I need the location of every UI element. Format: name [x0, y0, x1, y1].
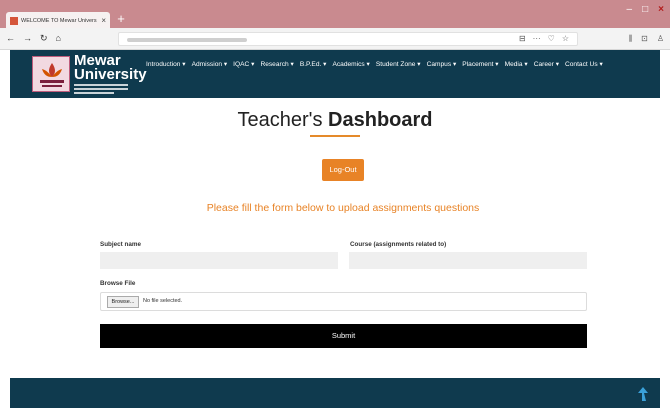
- tab-title: WELCOME TO Mewar Univers: [21, 17, 97, 24]
- maximize-icon[interactable]: □: [642, 4, 648, 15]
- form-instruction: Please fill the form below to upload ass…: [206, 202, 480, 214]
- reload-icon[interactable]: ↻: [40, 33, 48, 44]
- brand-subtitle: University: [74, 66, 147, 83]
- address-bar[interactable]: ⊟ ··· ♡ ☆: [118, 32, 578, 46]
- url-text-blurred: [127, 38, 247, 42]
- main-menu: Introduction ▾ Admission ▾ IQAC ▾ Resear…: [146, 60, 603, 68]
- menu-iqac[interactable]: IQAC ▾: [233, 60, 254, 68]
- brand-tagline-lines: [74, 84, 147, 94]
- pocket-icon[interactable]: ♡: [548, 34, 555, 43]
- menu-academics[interactable]: Academics ▾: [332, 60, 369, 68]
- library-icon[interactable]: ⫼: [628, 34, 632, 44]
- sidebar-icon[interactable]: ⊡: [641, 34, 648, 44]
- bookmark-star-icon[interactable]: ☆: [562, 34, 569, 43]
- menu-contact-us[interactable]: Contact Us ▾: [565, 60, 603, 68]
- browser-tab-bar: WELCOME TO Mewar Univers × + – □ ×: [0, 0, 670, 29]
- logout-button[interactable]: Log-Out: [322, 159, 364, 181]
- menu-bped[interactable]: B.P.Ed. ▾: [300, 60, 327, 68]
- browse-file-label: Browse File: [100, 280, 136, 287]
- browser-toolbar: ← → ↻ ⌂ ⊟ ··· ♡ ☆ ⫼ ⊡ ♙: [0, 28, 670, 50]
- course-label: Course (assignments related to): [350, 241, 447, 248]
- more-icon[interactable]: ···: [533, 34, 541, 43]
- site-footer: [10, 378, 660, 408]
- subject-name-input[interactable]: [100, 252, 338, 269]
- browse-button[interactable]: Browse...: [107, 296, 139, 308]
- tab-close-icon[interactable]: ×: [101, 16, 106, 25]
- menu-introduction[interactable]: Introduction ▾: [146, 60, 186, 68]
- page-title-bold: Dashboard: [328, 109, 433, 131]
- lotus-logo-icon: [40, 63, 64, 87]
- browser-tab[interactable]: WELCOME TO Mewar Univers ×: [6, 12, 110, 29]
- file-status-text: No file selected.: [143, 298, 183, 304]
- brand[interactable]: Mewar University: [74, 53, 147, 96]
- menu-media[interactable]: Media ▾: [505, 60, 528, 68]
- menu-admission[interactable]: Admission ▾: [192, 60, 228, 68]
- scroll-to-top-icon[interactable]: [638, 387, 648, 401]
- new-tab-button[interactable]: +: [114, 12, 128, 26]
- site-header: Mewar University Introduction ▾ Admissio…: [10, 50, 660, 98]
- course-input[interactable]: [349, 252, 587, 269]
- forward-icon[interactable]: →: [23, 33, 32, 44]
- menu-research[interactable]: Research ▾: [260, 60, 293, 68]
- file-input[interactable]: Browse... No file selected.: [100, 292, 587, 311]
- close-window-icon[interactable]: ×: [658, 4, 664, 15]
- back-icon[interactable]: ←: [6, 33, 15, 44]
- submit-button[interactable]: Submit: [100, 324, 587, 348]
- window-controls: – □ ×: [627, 4, 664, 15]
- title-underline: [310, 135, 360, 137]
- menu-student-zone[interactable]: Student Zone ▾: [376, 60, 421, 68]
- menu-campus[interactable]: Campus ▾: [427, 60, 457, 68]
- subject-name-label: Subject name: [100, 241, 141, 248]
- page-title-light: Teacher's: [237, 109, 323, 131]
- menu-placement[interactable]: Placement ▾: [462, 60, 498, 68]
- minimize-icon[interactable]: –: [627, 4, 633, 15]
- favicon-icon: [10, 16, 18, 25]
- account-icon[interactable]: ♙: [657, 34, 664, 44]
- home-icon[interactable]: ⌂: [56, 33, 61, 44]
- university-logo[interactable]: [32, 56, 70, 92]
- page-title: Teacher's Dashboard: [0, 109, 670, 132]
- menu-career[interactable]: Career ▾: [534, 60, 559, 68]
- reader-icon[interactable]: ⊟: [519, 34, 526, 43]
